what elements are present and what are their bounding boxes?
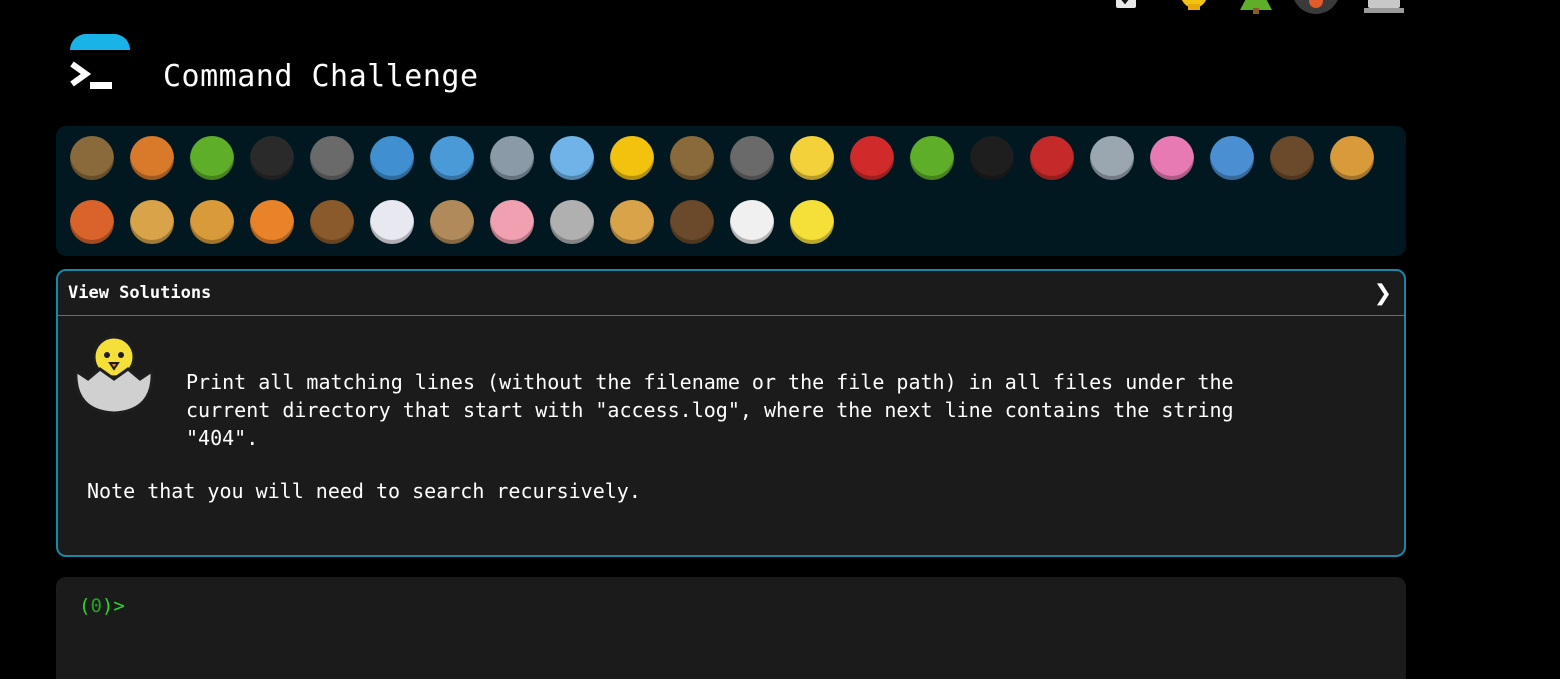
butterfly-icon xyxy=(130,136,174,180)
lightbulb-icon[interactable] xyxy=(1176,0,1212,14)
scorpion-icon xyxy=(1030,136,1074,180)
challenge-fox[interactable] xyxy=(62,194,122,250)
dolphin-icon xyxy=(490,136,534,180)
terminal-input-area[interactable]: (0)> xyxy=(56,577,1406,679)
ant-icon xyxy=(250,136,294,180)
bee-icon xyxy=(790,136,834,180)
challenge-fish[interactable] xyxy=(542,130,602,186)
challenge-cricket[interactable] xyxy=(902,130,962,186)
dog-icon xyxy=(1330,136,1374,180)
blowfish-icon xyxy=(670,136,714,180)
challenge-monkey[interactable] xyxy=(1262,130,1322,186)
animal-row-1 xyxy=(62,130,1382,186)
challenge-dog[interactable] xyxy=(1322,130,1382,186)
chevron-right-icon[interactable]: ❯ xyxy=(1374,281,1392,306)
prompt-open: ( xyxy=(79,595,91,617)
challenge-worm[interactable] xyxy=(1142,130,1202,186)
cricket-icon xyxy=(910,136,954,180)
hamster-icon xyxy=(610,200,654,244)
bear-icon xyxy=(670,200,714,244)
challenge-horse[interactable] xyxy=(302,194,362,250)
hatching-chick-icon xyxy=(74,328,154,415)
page: Command Challenge View Solutions ❯ Print… xyxy=(0,0,1560,679)
pig-icon xyxy=(490,200,534,244)
challenge-spider[interactable] xyxy=(962,130,1022,186)
tropical-fish-icon xyxy=(610,136,654,180)
whale-icon xyxy=(370,136,414,180)
challenge-tiger[interactable] xyxy=(242,194,302,250)
fox-icon xyxy=(70,200,114,244)
prompt-count: 0 xyxy=(90,595,102,617)
challenge-wolf[interactable] xyxy=(722,130,782,186)
challenge-note: Note that you will need to search recurs… xyxy=(87,479,641,503)
challenge-unicorn[interactable] xyxy=(362,194,422,250)
unicorn-icon xyxy=(370,200,414,244)
ladybug-icon xyxy=(850,136,894,180)
spider-web-icon xyxy=(310,136,354,180)
terminal-logo-icon[interactable] xyxy=(68,34,132,98)
challenge-hatching-chick[interactable] xyxy=(782,194,842,250)
check-icon[interactable] xyxy=(1110,0,1144,14)
challenge-ant[interactable] xyxy=(242,130,302,186)
challenge-butterfly[interactable] xyxy=(122,130,182,186)
challenge-description: Print all matching lines (without the fi… xyxy=(186,370,1234,450)
tree-icon[interactable] xyxy=(1238,0,1274,14)
challenge-shark[interactable] xyxy=(422,130,482,186)
wolf-icon xyxy=(730,136,774,180)
challenge-fly[interactable] xyxy=(1082,130,1142,186)
logo-cap xyxy=(70,34,130,50)
challenge-pig[interactable] xyxy=(482,194,542,250)
microbe-icon xyxy=(1210,136,1254,180)
user-avatar[interactable] xyxy=(1292,0,1340,14)
challenge-bee[interactable] xyxy=(782,130,842,186)
spider-icon xyxy=(970,136,1014,180)
animal-row-2 xyxy=(62,194,842,250)
lion-icon xyxy=(190,200,234,244)
mouse-icon xyxy=(550,200,594,244)
challenge-dolphin[interactable] xyxy=(482,130,542,186)
tiger-icon xyxy=(250,200,294,244)
challenge-cat[interactable] xyxy=(122,194,182,250)
terminal-prompt: (0)> xyxy=(79,595,125,617)
monkey-icon xyxy=(1270,136,1314,180)
worm-icon xyxy=(1150,136,1194,180)
fish-icon xyxy=(550,136,594,180)
cow-icon xyxy=(430,200,474,244)
caterpillar-icon xyxy=(190,136,234,180)
challenge-panel: View Solutions ❯ Print all matching line… xyxy=(56,269,1406,557)
shark-icon xyxy=(430,136,474,180)
fly-icon xyxy=(1090,136,1134,180)
prompt-close: )> xyxy=(101,595,125,617)
challenge-blowfish[interactable] xyxy=(662,130,722,186)
horse-icon xyxy=(310,200,354,244)
challenge-animal-strip xyxy=(56,126,1406,256)
challenge-scorpion[interactable] xyxy=(1022,130,1082,186)
page-title: Command Challenge xyxy=(163,59,479,94)
challenge-bear[interactable] xyxy=(662,194,722,250)
challenge-snail[interactable] xyxy=(62,130,122,186)
challenge-lion[interactable] xyxy=(182,194,242,250)
challenge-microbe[interactable] xyxy=(1202,130,1262,186)
hatching-chick-icon xyxy=(790,200,834,244)
prompt-icon xyxy=(70,61,112,89)
challenge-tropical-fish[interactable] xyxy=(602,130,662,186)
view-solutions-toggle[interactable]: View Solutions ❯ xyxy=(58,271,1404,316)
challenge-spider-web[interactable] xyxy=(302,130,362,186)
challenge-hamster[interactable] xyxy=(602,194,662,250)
view-solutions-label[interactable]: View Solutions xyxy=(68,283,211,303)
challenge-caterpillar[interactable] xyxy=(182,130,242,186)
panda-icon xyxy=(730,200,774,244)
challenge-whale[interactable] xyxy=(362,130,422,186)
laptop-icon[interactable] xyxy=(1364,0,1404,14)
challenge-mouse[interactable] xyxy=(542,194,602,250)
challenge-cow[interactable] xyxy=(422,194,482,250)
snail-icon xyxy=(70,136,114,180)
challenge-panda[interactable] xyxy=(722,194,782,250)
cat-icon xyxy=(130,200,174,244)
challenge-ladybug[interactable] xyxy=(842,130,902,186)
